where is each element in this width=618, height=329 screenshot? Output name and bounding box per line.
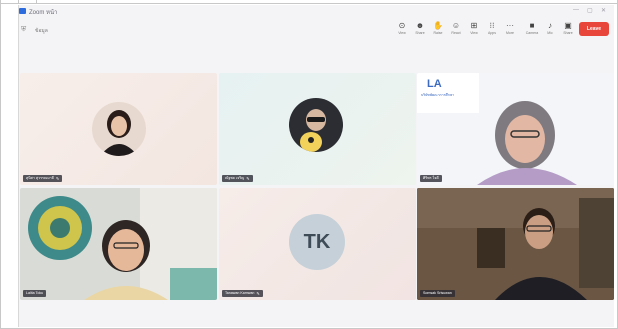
minimize-button[interactable]: — [573,7,579,13]
toolbar-button-label: Share [563,31,573,35]
toolbar-button-raise-hand[interactable]: ✋ Raise [430,21,446,41]
toolbar-button-label: React [451,31,461,35]
meeting-window: Zoom หน้า — ▢ ✕ ⛨ ข้อมูล ⊙ View ☻ Share … [18,5,614,327]
toolbar-button-more[interactable]: ··· More [502,21,518,41]
video-tile[interactable]: TK Tanawan Kamwan ✎ [219,188,416,300]
participant-name-tag: ศิริพร ใจดี [420,175,442,182]
video-tile[interactable]: Lalita Toku [20,188,217,300]
avatar-photo [289,98,343,152]
toolbar-button-view[interactable]: ⊙ View [394,21,410,41]
participant-avatar [92,102,146,156]
participant-name-tag: ณัฐพล เจริญ ✎ [222,175,253,182]
close-window-button[interactable]: ✕ [601,7,606,14]
participant-video [417,188,614,300]
video-tile[interactable]: LA บริษัทพัฒนาการศึกษา ศิริพร ใจดี [417,73,614,185]
more-icon: ··· [506,21,514,30]
toolbar-button-share[interactable]: ▣ Share [560,21,576,41]
participant-name-tag: Lalita Toku [23,290,47,297]
meeting-info-label[interactable]: ข้อมูล [35,27,48,35]
video-tile[interactable]: สุนิสา สุวรรณมาลี ✎ [20,73,217,185]
participant-name-tag: Somsak Srisuwan [420,290,455,297]
toolbar-button-share-screen[interactable]: ☻ Share [412,21,428,41]
toolbar-button-apps[interactable]: ⁝⁝ Apps [484,21,500,41]
mic-muted-icon: ✎ [256,291,260,296]
toolbar-button-label: View [398,31,406,35]
smile-icon: ☺ [451,21,461,30]
camera-icon: ■ [529,21,535,30]
frame-border [0,0,1,329]
window-title: Zoom หน้า [29,10,58,16]
microphone-icon: ♪ [548,21,552,30]
participant-name: ณัฐพล เจริญ [225,176,245,180]
title-bar: Zoom หน้า — ▢ ✕ [19,5,615,17]
participant-name: Somsak Srisuwan [423,291,452,295]
participant-name-tag: Tanawan Kamwan ✎ [222,290,263,297]
hand-icon: ✋ [433,21,443,30]
frame-tick [18,0,19,4]
participant-avatar [289,98,343,152]
apps-icon: ⁝⁝ [489,21,495,30]
toolbar-button-label: Raise [433,31,443,35]
participant-initials-avatar: TK [289,214,345,270]
participant-name-tag: สุนิสา สุวรรณมาลี ✎ [23,175,63,182]
toolbar-button-react[interactable]: ☺ React [448,21,464,41]
toolbar-button-label: More [506,31,514,35]
mic-muted-icon: ✎ [246,176,250,181]
people-icon: ☻ [415,21,425,30]
participant-name: ศิริพร ใจดี [423,176,439,180]
maximize-button[interactable]: ▢ [587,7,593,14]
avatar-photo [92,102,146,156]
meeting-toolbar: ⛨ ข้อมูล ⊙ View ☻ Share ✋ Raise ☺ React … [19,18,615,42]
toolbar-button-label: Mic [547,31,553,35]
participant-name: Lalita Toku [26,291,44,295]
toolbar-button-gallery-view[interactable]: ⊞ View [466,21,482,41]
toolbar-button-label: View [470,31,478,35]
share-screen-icon: ▣ [564,21,572,30]
video-tile[interactable]: ณัฐพล เจริญ ✎ [219,73,416,185]
grid-icon: ⊞ [470,21,478,30]
frame-tick [36,0,37,4]
toolbar-button-label: Share [415,31,425,35]
company-logo: LA [427,78,442,90]
view-icon: ⊙ [398,21,406,30]
toolbar-button-label: Apps [488,31,496,35]
participant-name: สุนิสา สุวรรณมาลี [26,176,54,180]
toolbar-button-camera[interactable]: ■ Camera [524,21,540,41]
outer-frame-header [0,0,618,4]
video-tile[interactable]: Somsak Srisuwan [417,188,614,300]
participant-video [417,73,614,185]
toolbar-button-mic[interactable]: ♪ Mic [542,21,558,41]
leave-button[interactable]: Leave [579,22,609,36]
mic-muted-icon: ✎ [55,176,60,181]
leave-button-label: Leave [586,26,602,32]
company-logo-caption: บริษัทพัฒนาการศึกษา [421,93,455,97]
participant-video [20,188,217,300]
toolbar-button-label: Camera [525,31,539,35]
zoom-app-icon [19,8,26,14]
shield-icon[interactable]: ⛨ [21,26,26,34]
participant-name: Tanawan Kamwan [225,291,255,295]
